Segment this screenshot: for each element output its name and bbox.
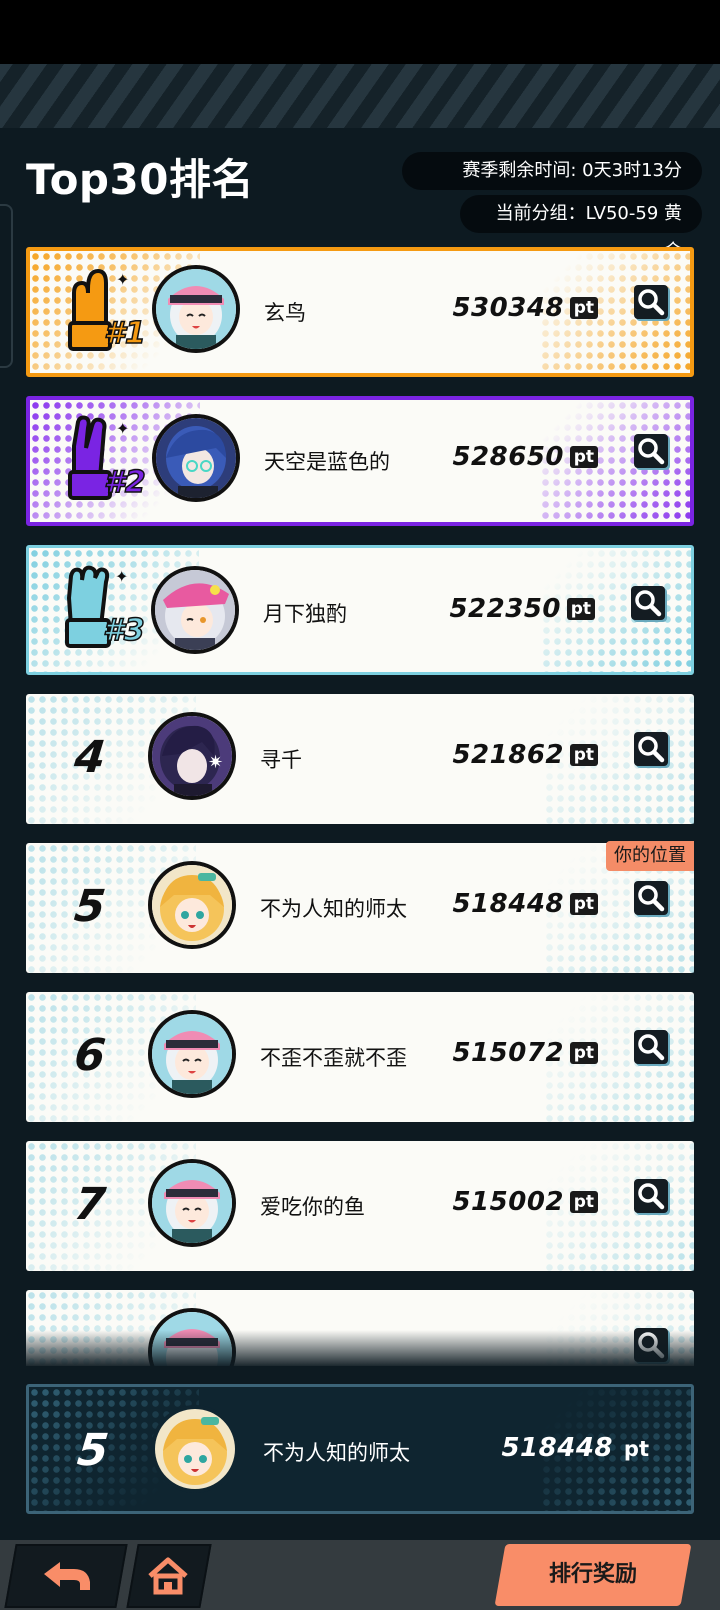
my-rank-number: 5 <box>75 1425 111 1476</box>
pt-unit: pt <box>569 446 598 468</box>
player-score: 515002 <box>452 1187 564 1217</box>
player-avatar[interactable] <box>148 1159 236 1247</box>
rank-number: 4 <box>72 732 108 783</box>
pt-unit: pt <box>569 297 598 319</box>
player-score: 530348 <box>452 293 564 323</box>
view-player-button[interactable] <box>634 732 668 766</box>
player-avatar[interactable] <box>152 265 240 353</box>
rank-number: 7 <box>72 1179 108 1230</box>
ranking-row-4[interactable]: 4 ✷ 寻千 521862 pt <box>26 694 694 824</box>
ranking-row-3[interactable]: #3 ✦ 月下独酌 522350 pt <box>26 545 694 675</box>
player-score: 515072 <box>452 1038 564 1068</box>
rank-rewards-button[interactable]: 排行奖励 <box>494 1544 692 1606</box>
pt-unit: pt <box>569 1042 598 1064</box>
ranking-row-1[interactable]: #1 ✦ 玄鸟 530348 pt <box>26 247 694 377</box>
svg-text:#1: #1 <box>104 316 146 351</box>
player-avatar[interactable] <box>148 1010 236 1098</box>
pt-unit: pt <box>569 1191 598 1213</box>
current-group: 当前分组：LV50-59 黄金 <box>460 195 702 262</box>
search-icon <box>635 590 662 617</box>
player-score: 522350 <box>449 594 561 624</box>
search-icon <box>638 289 665 316</box>
search-icon <box>638 1034 665 1061</box>
list-fade <box>0 1330 720 1378</box>
back-button[interactable] <box>4 1544 128 1608</box>
view-player-button[interactable] <box>634 1030 668 1064</box>
foam-finger-1-icon: #1 ✦ <box>68 268 147 352</box>
my-score: 518448 <box>501 1433 613 1463</box>
player-avatar[interactable] <box>148 861 236 949</box>
svg-text:#2: #2 <box>104 465 146 500</box>
player-name: 不为人知的师太 <box>260 897 407 921</box>
ranking-list[interactable]: #1 ✦ 玄鸟 530348 pt #2 ✦ 天空是蓝色的 528650 pt … <box>0 240 720 1366</box>
svg-text:✦: ✦ <box>115 567 128 586</box>
player-name: 玄鸟 <box>264 301 306 325</box>
pt-unit: pt <box>566 598 595 620</box>
season-timer: 赛季剩余时间: 0天3时13分 <box>402 152 702 190</box>
player-score: 521862 <box>452 740 564 770</box>
ranking-row-2[interactable]: #2 ✦ 天空是蓝色的 528650 pt <box>26 396 694 526</box>
player-avatar[interactable] <box>151 566 239 654</box>
view-player-button[interactable] <box>634 881 668 915</box>
svg-text:#3: #3 <box>103 613 145 648</box>
svg-text:✷: ✷ <box>208 752 223 773</box>
my-avatar <box>151 1405 239 1493</box>
svg-text:✦: ✦ <box>116 270 129 289</box>
svg-text:✦: ✦ <box>116 419 129 438</box>
player-score: 518448 <box>452 889 564 919</box>
player-name: 天空是蓝色的 <box>264 450 390 474</box>
foam-finger-3-icon: #3 ✦ <box>65 565 146 649</box>
player-avatar[interactable] <box>152 414 240 502</box>
ranking-row-6[interactable]: 6 不歪不歪就不歪 515072 pt <box>26 992 694 1122</box>
player-name: 不歪不歪就不歪 <box>260 1046 407 1070</box>
page-title: Top30排名 <box>26 155 254 204</box>
view-player-button[interactable] <box>634 1179 668 1213</box>
header-stripes <box>0 64 720 128</box>
pt-unit: pt <box>569 893 598 915</box>
player-name: 爱吃你的鱼 <box>260 1195 365 1219</box>
foam-finger-2-icon: #2 ✦ <box>68 415 147 501</box>
my-pt-unit: pt <box>623 1437 649 1461</box>
ranking-row-5[interactable]: 你的位置 5 不为人知的师太 518448 pt <box>26 841 694 973</box>
player-name: 寻千 <box>260 748 302 772</box>
rank-rewards-label: 排行奖励 <box>548 1562 637 1587</box>
player-avatar[interactable]: ✷ <box>148 712 236 800</box>
view-player-button[interactable] <box>634 285 668 319</box>
home-icon <box>148 1557 188 1595</box>
pt-unit: pt <box>569 744 598 766</box>
ranking-row-7[interactable]: 7 爱吃你的鱼 515002 pt <box>26 1141 694 1271</box>
search-icon <box>638 1183 665 1210</box>
view-player-button[interactable] <box>631 586 665 620</box>
player-score: 528650 <box>452 442 564 472</box>
back-arrow-icon <box>44 1562 90 1590</box>
search-icon <box>638 438 665 465</box>
rank-number: 6 <box>72 1030 108 1081</box>
player-name: 月下独酌 <box>263 602 347 626</box>
your-position-tag: 你的位置 <box>606 841 694 871</box>
rank-number: 5 <box>72 881 108 932</box>
my-name: 不为人知的师太 <box>263 1441 410 1465</box>
search-icon <box>638 736 665 763</box>
search-icon <box>638 885 665 912</box>
my-rank-bar: 5 不为人知的师太 518448 pt <box>26 1384 694 1514</box>
status-bar <box>0 0 720 64</box>
home-button[interactable] <box>126 1544 212 1608</box>
view-player-button[interactable] <box>634 434 668 468</box>
